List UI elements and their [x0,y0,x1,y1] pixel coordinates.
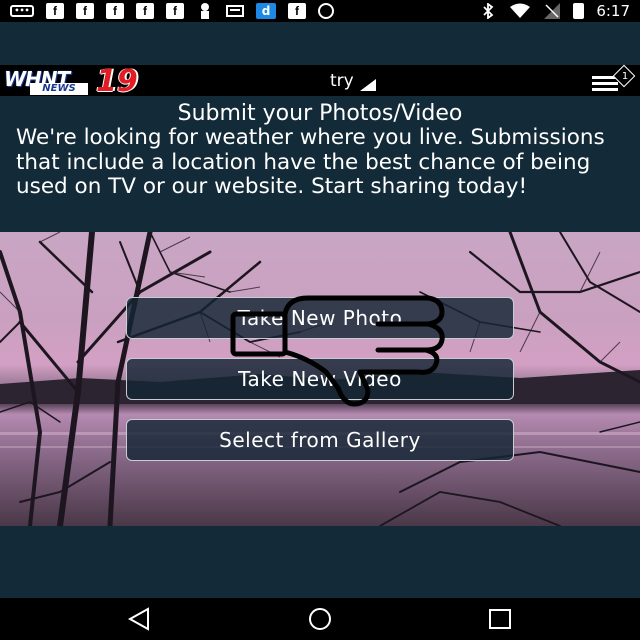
logo-news-label: NEWS [30,83,88,95]
logo-channel-number: 19 [96,64,138,99]
status-time: 6:17 [596,2,630,20]
app-title: try [330,71,354,91]
download-icon: d [256,3,276,19]
notification-icon [196,3,214,19]
page-description: We're looking for weather where you live… [16,125,605,199]
thumbs-down-icon [230,295,445,407]
title-dropdown[interactable]: try [330,69,376,93]
dropdown-triangle-icon [359,79,376,91]
facebook-icon: f [76,3,94,19]
bluetooth-icon [479,3,497,19]
android-nav-bar [0,598,640,640]
status-right-icons: 6:17 [479,2,630,20]
status-left-icons: ••• f f f f f d f [10,3,334,19]
facebook-icon: f [136,3,154,19]
facebook-icon: f [106,3,124,19]
facebook-icon: f [288,3,306,19]
recents-square-icon [489,609,511,629]
status-bar: ••• f f f f f d f 6:17 [0,0,640,22]
back-triangle-icon [127,607,149,631]
hamburger-icon-line [592,82,618,85]
facebook-icon: f [166,3,184,19]
page-title: Submit your Photos/Video [177,101,463,126]
whnt-news-19-logo[interactable]: WHNT NEWS 19 [2,64,154,99]
hamburger-icon-line [592,88,618,91]
recents-button[interactable] [478,606,522,632]
email-icon [226,3,244,19]
select-from-gallery-button[interactable]: Select from Gallery [126,419,514,461]
wifi-icon [509,3,531,19]
facebook-icon: f [46,3,64,19]
signal-icon [543,3,561,19]
app-bar: WHNT NEWS 19 try 1 [0,64,640,99]
message-icon: ••• [10,5,34,17]
battery-icon [573,3,585,19]
home-circle-icon [309,608,331,630]
circle-icon [318,3,334,19]
home-button[interactable] [298,606,342,632]
menu-button[interactable]: 1 [588,64,638,94]
notification-badge-count: 1 [621,71,629,82]
back-button[interactable] [118,606,162,632]
